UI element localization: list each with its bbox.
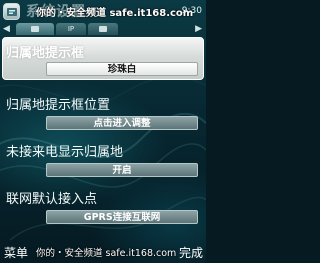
tab-ip[interactable]: IP (56, 23, 86, 35)
softkey-bar: 菜单 你的・安全频道 safe.it168.com 完成 (0, 238, 206, 263)
watermark-top: 你的・安全频道 safe.it168.com (36, 8, 194, 19)
setting-value[interactable]: 开启 (46, 163, 198, 177)
tab-general-icon (31, 26, 39, 32)
done-softkey[interactable]: 完成 (179, 244, 203, 261)
tab-ip-label: IP (67, 25, 75, 33)
setting-label: 归属地提示框 (6, 46, 85, 61)
tab-right-arrow-icon[interactable]: ▶ (195, 24, 202, 34)
tab-bar: ◀ IP ▶ (0, 22, 206, 36)
setting-value[interactable]: 珍珠白 (46, 62, 198, 76)
watermark-bottom: 你的・安全频道 safe.it168.com (36, 248, 177, 259)
tab-other[interactable] (88, 23, 118, 35)
setting-label: 归属地提示框位置 (6, 98, 111, 113)
menu-softkey[interactable]: 菜单 (4, 244, 28, 261)
setting-label: 未接来电显示归属地 (6, 145, 124, 160)
status-clock: 9:30 (181, 6, 202, 16)
tab-general[interactable] (16, 23, 54, 35)
tab-left-arrow-icon[interactable]: ◀ (3, 24, 10, 34)
tab-other-icon (99, 26, 107, 32)
app-screen: 系统设置 你的・安全频道 safe.it168.com 9:30 ◀ IP ▶ … (0, 0, 206, 263)
setting-label: 联网默认接入点 (6, 192, 98, 207)
title-bar: 系统设置 你的・安全频道 safe.it168.com 9:30 (0, 0, 206, 22)
setting-value[interactable]: GPRS连接互联网 (46, 210, 198, 224)
settings-app-icon (3, 3, 20, 20)
setting-value[interactable]: 点击进入调整 (46, 116, 198, 130)
